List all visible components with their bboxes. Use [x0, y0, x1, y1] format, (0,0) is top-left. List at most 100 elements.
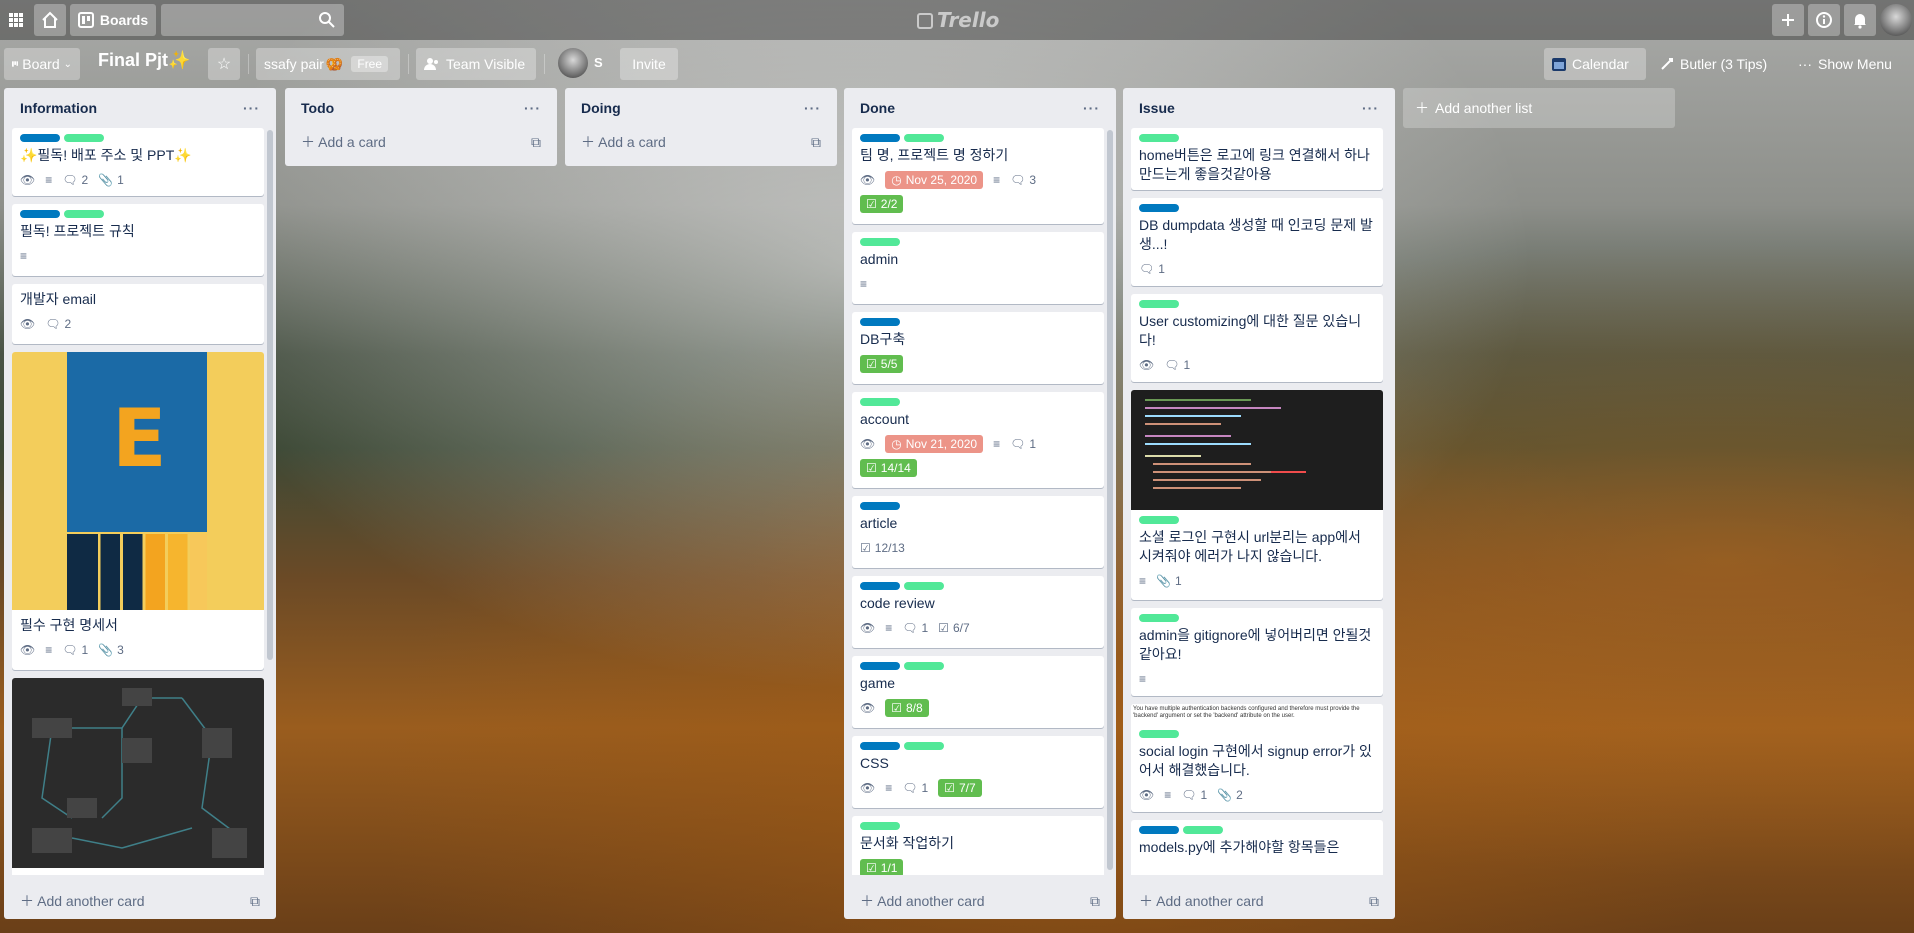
card[interactable]: 문서화 작업하기 ☑ 1/1	[852, 816, 1104, 875]
card[interactable]: 팀 명, 프로젝트 명 정하기 👁 ◷ Nov 25, 2020 ≡ 🗨 3 ☑ 2/…	[852, 128, 1104, 224]
list-menu-icon[interactable]: ···	[1362, 100, 1379, 116]
label-green[interactable]	[1139, 614, 1179, 622]
card[interactable]: You have multiple authentication backend…	[1131, 704, 1383, 812]
list-title[interactable]: Information	[20, 100, 97, 116]
info-button[interactable]	[1808, 4, 1840, 36]
card[interactable]: ✨필독! 배포 주소 및 PPT✨ 👁 ≡ 🗨 2 📎 1	[12, 128, 264, 196]
invite-button[interactable]: Invite	[620, 48, 678, 80]
list-title[interactable]: Todo	[301, 100, 334, 116]
list-title[interactable]: Doing	[581, 100, 621, 116]
label-blue[interactable]	[1139, 826, 1179, 834]
card[interactable]: 개발자 email 👁 🗨 2	[12, 284, 264, 344]
card[interactable]	[12, 678, 264, 875]
label-blue[interactable]	[20, 210, 60, 218]
label-green[interactable]	[1139, 730, 1179, 738]
list-header[interactable]: Issue ···	[1123, 88, 1395, 128]
team-button[interactable]: ssafy pair 🥨 Free	[256, 48, 400, 80]
label-green[interactable]	[1139, 516, 1179, 524]
template-icon[interactable]: ⧉	[531, 134, 541, 151]
list-title[interactable]: Issue	[1139, 100, 1175, 116]
label-blue[interactable]	[860, 502, 900, 510]
card-container: 팀 명, 프로젝트 명 정하기 👁 ◷ Nov 25, 2020 ≡ 🗨 3 ☑ 2/…	[852, 128, 1104, 875]
card[interactable]: article ☑ 12/13	[852, 496, 1104, 568]
list-header[interactable]: Done ···	[844, 88, 1116, 128]
label-green[interactable]	[904, 742, 944, 750]
due-date-badge[interactable]: ◷ Nov 21, 2020	[885, 435, 984, 453]
card[interactable]: admin ≡	[852, 232, 1104, 304]
label-green[interactable]	[860, 398, 900, 406]
star-button[interactable]: ☆	[208, 48, 240, 80]
label-blue[interactable]	[860, 742, 900, 750]
board-view-switcher[interactable]: Board ⌄	[4, 48, 80, 80]
boards-button[interactable]: Boards	[70, 4, 156, 36]
visibility-button[interactable]: Team Visible	[416, 48, 536, 80]
list-header[interactable]: Information ···	[4, 88, 276, 128]
card[interactable]: CSS 👁 ≡ 🗨 1 ☑ 7/7	[852, 736, 1104, 808]
label-blue[interactable]	[860, 662, 900, 670]
divider	[544, 54, 545, 74]
template-icon[interactable]: ⧉	[1090, 893, 1100, 910]
card[interactable]: DB구축 ☑ 5/5	[852, 312, 1104, 384]
label-blue[interactable]	[860, 582, 900, 590]
list-scrollbar[interactable]	[267, 130, 273, 660]
trello-logo[interactable]: Trello	[917, 8, 999, 32]
card[interactable]: 필독! 프로젝트 규칙 ≡	[12, 204, 264, 276]
notifications-button[interactable]	[1844, 4, 1876, 36]
label-green[interactable]	[904, 134, 944, 142]
card[interactable]: home버튼은 로고에 링크 연결해서 하나 만드는게 좋을것같아용	[1131, 128, 1383, 190]
list-menu-icon[interactable]: ···	[243, 100, 260, 116]
card[interactable]: 소셜 로그인 구현시 url분리는 app에서 시켜줘야 에러가 나지 않습니다…	[1131, 390, 1383, 600]
label-blue[interactable]	[860, 318, 900, 326]
home-button[interactable]	[34, 4, 66, 36]
list-menu-icon[interactable]: ···	[1083, 100, 1100, 116]
list-header[interactable]: Doing ···	[565, 88, 837, 128]
add-card-button[interactable]: ＋ Add a card ⧉	[293, 128, 549, 156]
label-green[interactable]	[1139, 134, 1179, 142]
label-green[interactable]	[64, 210, 104, 218]
list-title[interactable]: Done	[860, 100, 895, 116]
label-green[interactable]	[1139, 300, 1179, 308]
card[interactable]: admin을 gitignore에 넣어버리면 안될것같아요! ≡	[1131, 608, 1383, 696]
label-green[interactable]	[904, 582, 944, 590]
card[interactable]: User customizing에 대한 질문 있습니다! 👁 🗨 1	[1131, 294, 1383, 382]
board-title[interactable]: Final Pjt✨	[98, 50, 190, 71]
due-date-badge[interactable]: ◷ Nov 25, 2020	[885, 171, 984, 189]
list-header[interactable]: Todo ···	[285, 88, 557, 128]
add-card-button[interactable]: ＋ Add another card ⧉	[852, 887, 1108, 915]
member-initial[interactable]: S	[594, 55, 603, 70]
add-card-button[interactable]: ＋ Add another card ⧉	[12, 887, 268, 915]
card[interactable]: game 👁 ☑ 8/8	[852, 656, 1104, 728]
card[interactable]: E 필수 구현 명세서 👁 ≡ 🗨 1 📎 3	[12, 352, 264, 670]
calendar-button[interactable]: Calendar	[1544, 48, 1646, 80]
card[interactable]: code review 👁 ≡ 🗨 1 ☑ 6/7	[852, 576, 1104, 648]
template-icon[interactable]: ⧉	[811, 134, 821, 151]
user-avatar[interactable]	[1880, 4, 1912, 36]
list-menu-icon[interactable]: ···	[524, 100, 541, 116]
label-green[interactable]	[860, 238, 900, 246]
member-avatar[interactable]	[558, 48, 588, 78]
label-green[interactable]	[64, 134, 104, 142]
label-blue[interactable]	[20, 134, 60, 142]
sparkle-icon: ✨	[168, 50, 191, 70]
add-card-button[interactable]: ＋ Add a card ⧉	[573, 128, 829, 156]
add-list-button[interactable]: ＋ Add another list	[1403, 88, 1675, 128]
label-green[interactable]	[860, 822, 900, 830]
card[interactable]: account 👁 ◷ Nov 21, 2020 ≡ 🗨 1 ☑ 14/14	[852, 392, 1104, 488]
card[interactable]: DB dumpdata 생성할 때 인코딩 문제 발생...! 🗨 1	[1131, 198, 1383, 286]
label-green[interactable]	[1183, 826, 1223, 834]
card-badges: 👁 🗨 1	[1139, 354, 1375, 376]
label-blue[interactable]	[1139, 204, 1179, 212]
search-input[interactable]	[161, 4, 344, 36]
apps-icon[interactable]	[4, 4, 28, 36]
card[interactable]: models.py에 추가해야할 항목들은	[1131, 820, 1383, 875]
template-icon[interactable]: ⧉	[250, 893, 260, 910]
list-scrollbar[interactable]	[1107, 130, 1113, 870]
template-icon[interactable]: ⧉	[1369, 893, 1379, 910]
list-menu-icon[interactable]: ···	[804, 100, 821, 116]
label-green[interactable]	[904, 662, 944, 670]
add-card-button[interactable]: ＋ Add another card ⧉	[1131, 887, 1387, 915]
show-menu-button[interactable]: ··· Show Menu	[1790, 48, 1900, 80]
add-button[interactable]	[1772, 4, 1804, 36]
butler-button[interactable]: Butler (3 Tips)	[1652, 48, 1776, 80]
label-blue[interactable]	[860, 134, 900, 142]
